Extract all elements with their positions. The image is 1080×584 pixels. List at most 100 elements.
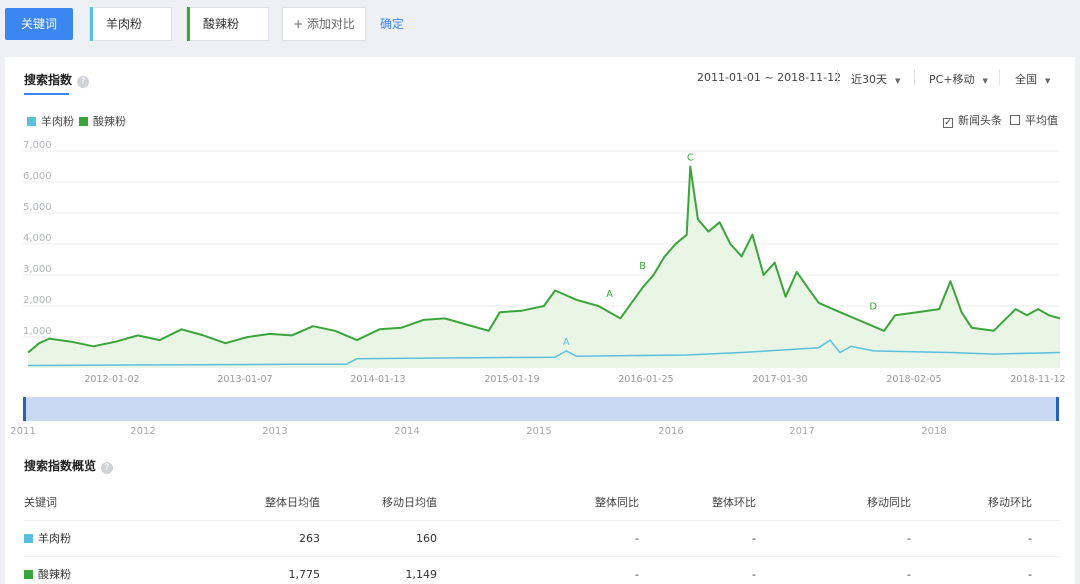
cell-value: - <box>1028 568 1032 581</box>
range-year-label: 2013 <box>262 426 287 437</box>
cell-value: - <box>907 568 911 581</box>
news-checkbox[interactable]: ✓ 新闻头条 <box>943 112 1002 128</box>
table-header-row: 关键词 整体日均值 移动日均值 整体同比 整体环比 移动同比 移动环比 <box>24 485 1060 521</box>
legend-swatch <box>79 117 88 126</box>
x-tick-label: 2016-01-25 <box>618 374 673 385</box>
device-dropdown[interactable]: PC+移动 ▼ <box>929 71 988 87</box>
range-year-label: 2015 <box>526 426 551 437</box>
y-tick-label: 5,000 <box>23 202 52 213</box>
y-tick-label: 3,000 <box>23 264 52 275</box>
y-tick-label: 4,000 <box>23 233 52 244</box>
col-header: 移动同比 <box>867 496 911 509</box>
cell-value: 1,149 <box>405 568 438 581</box>
keyword-chip-label: 羊肉粉 <box>106 17 143 31</box>
series-area-0 <box>28 166 1061 368</box>
section-tab-underline <box>24 93 69 95</box>
caret-down-icon: ▼ <box>982 77 988 85</box>
col-header: 移动环比 <box>988 496 1032 509</box>
checkbox-checked-icon: ✓ <box>943 118 953 128</box>
help-icon[interactable]: ? <box>101 462 114 474</box>
caret-down-icon: ▼ <box>895 77 901 85</box>
annotation-label: B <box>639 261 646 272</box>
keyword-chip-2[interactable]: 酸辣粉 <box>186 7 269 41</box>
col-header: 移动日均值 <box>382 496 437 509</box>
y-tick-label: 1,000 <box>23 326 52 337</box>
keyword-cell: 羊肉粉 <box>24 521 71 557</box>
y-tick-label: 6,000 <box>23 171 52 182</box>
x-tick-label: 2012-01-02 <box>84 374 139 385</box>
col-header: 关键词 <box>24 496 57 509</box>
add-compare-button[interactable]: + 添加对比 <box>282 7 366 41</box>
search-index-chart[interactable]: 7,000 6,000 5,000 4,000 3,000 2,000 1,000 A B C D A… <box>5 137 1075 467</box>
chip-color-bar <box>90 7 93 41</box>
annotation-label: D <box>869 301 877 312</box>
keyword-swatch <box>24 570 33 579</box>
section-title: 搜索指数? <box>24 71 90 88</box>
keyword-swatch <box>24 534 33 543</box>
region-value: 全国 <box>1015 73 1037 86</box>
range-year-label: 2014 <box>394 426 419 437</box>
y-tick-label: 7,000 <box>23 140 52 151</box>
col-header: 整体日均值 <box>265 496 320 509</box>
caret-down-icon: ▼ <box>1045 77 1051 85</box>
legend-swatch <box>27 117 36 126</box>
annotation-label: A <box>606 289 613 300</box>
cell-value: - <box>907 532 911 545</box>
y-tick-label: 2,000 <box>23 295 52 306</box>
section-title-text: 搜索指数 <box>24 73 73 87</box>
news-label: 新闻头条 <box>958 114 1002 127</box>
cell-value: - <box>752 532 756 545</box>
overview-table: 关键词 整体日均值 移动日均值 整体同比 整体环比 移动同比 移动环比 羊肉粉 … <box>24 485 1060 584</box>
range-year-label: 2017 <box>789 426 814 437</box>
range-selector-track <box>23 397 1059 421</box>
x-tick-label: 2018-02-05 <box>886 374 941 385</box>
help-icon[interactable]: ? <box>77 76 90 88</box>
legend-label: 羊肉粉 <box>41 115 74 128</box>
keyword-button[interactable]: 关键词 <box>5 8 73 40</box>
period-value: 近30天 <box>851 73 887 86</box>
x-tick-label: 2013-01-07 <box>217 374 272 385</box>
avg-checkbox[interactable]: 平均值 <box>1010 112 1058 128</box>
x-tick-label: 2017-01-30 <box>752 374 807 385</box>
confirm-link[interactable]: 确定 <box>380 15 404 32</box>
divider <box>837 69 838 85</box>
date-range-picker[interactable]: 2011-01-01 ~ 2018-11-12 <box>697 71 841 84</box>
checkbox-empty-icon <box>1010 115 1020 125</box>
legend-label: 酸辣粉 <box>93 115 126 128</box>
divider <box>914 69 915 85</box>
avg-label: 平均值 <box>1025 114 1058 127</box>
table-row: 羊肉粉 263 160 - - - - <box>24 521 1060 557</box>
keyword-cell: 酸辣粉 <box>24 557 71 584</box>
period-dropdown[interactable]: 近30天 ▼ <box>851 71 900 87</box>
region-dropdown[interactable]: 全国 ▼ <box>1015 71 1050 87</box>
annotation-label: A <box>563 337 570 348</box>
chip-color-bar <box>187 7 190 41</box>
range-handle-left <box>23 397 26 421</box>
divider <box>999 69 1000 85</box>
annotation-label: C <box>687 153 694 164</box>
col-header: 整体同比 <box>595 496 639 509</box>
cell-value: 1,775 <box>288 568 321 581</box>
x-tick-label: 2018-11-12 <box>1010 374 1065 385</box>
keyword-chip-1[interactable]: 羊肉粉 <box>89 7 172 41</box>
cell-value: 263 <box>299 532 320 545</box>
keyword-chip-label: 酸辣粉 <box>203 17 240 31</box>
cell-value: - <box>752 568 756 581</box>
cell-value: - <box>1028 532 1032 545</box>
table-row: 酸辣粉 1,775 1,149 - - - - <box>24 557 1060 584</box>
range-year-label: 2011 <box>10 426 35 437</box>
legend-item-1[interactable]: 羊肉粉 <box>27 113 74 129</box>
col-header: 整体环比 <box>712 496 756 509</box>
range-year-label: 2012 <box>130 426 155 437</box>
device-value: PC+移动 <box>929 73 975 86</box>
legend-item-2[interactable]: 酸辣粉 <box>79 113 126 129</box>
keyword-text: 酸辣粉 <box>38 568 71 581</box>
cell-value: - <box>635 532 639 545</box>
search-index-panel: 搜索指数? 2011-01-01 ~ 2018-11-12 近30天 ▼ PC+移… <box>5 57 1075 584</box>
cell-value: 160 <box>416 532 437 545</box>
range-year-label: 2018 <box>921 426 946 437</box>
x-tick-label: 2015-01-19 <box>484 374 539 385</box>
keyword-bar: 关键词 羊肉粉 酸辣粉 + 添加对比 确定 <box>0 0 1080 58</box>
range-year-label: 2016 <box>658 426 683 437</box>
range-handle-right <box>1056 397 1059 421</box>
